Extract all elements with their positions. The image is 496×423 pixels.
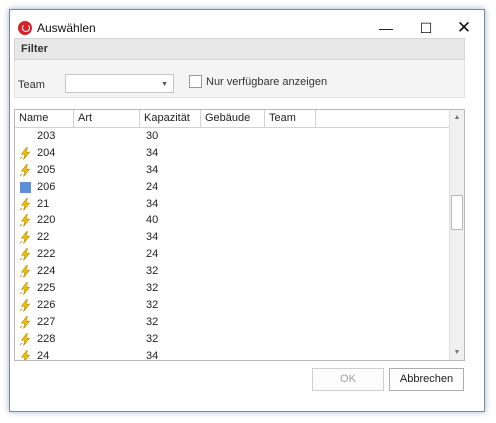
lightning-icon (19, 282, 32, 295)
table-row[interactable]: 24 34 (15, 348, 449, 361)
chevron-down-icon: ▼ (161, 81, 168, 88)
table-row[interactable]: 22 34 (15, 229, 449, 246)
cell-name: 22 (37, 231, 50, 244)
cell-capacity: 34 (146, 163, 159, 176)
cell-capacity: 24 (146, 248, 159, 261)
team-label: Team (18, 79, 45, 91)
app-logo-icon (18, 21, 32, 35)
only-available-label[interactable]: Nur verfügbare anzeigen (206, 76, 327, 88)
cell-capacity: 24 (146, 180, 159, 193)
table-row[interactable]: 205 34 (15, 162, 449, 179)
cell-name: 228 (37, 332, 56, 345)
table-row[interactable]: 225 32 (15, 280, 449, 297)
table-header: Name Art Kapazität Gebäude Team (15, 110, 449, 128)
column-header-building[interactable]: Gebäude (201, 110, 265, 127)
cell-capacity: 34 (146, 349, 159, 361)
cell-name: 205 (37, 163, 56, 176)
cell-capacity: 40 (146, 214, 159, 227)
cell-name: 224 (37, 265, 56, 278)
scroll-up-icon[interactable]: ▲ (451, 111, 463, 124)
lightning-icon (19, 332, 32, 346)
lightning-icon (19, 214, 32, 228)
cell-name: 204 (37, 146, 56, 159)
blue-square-icon (20, 181, 31, 193)
table-row[interactable]: 203 30 (15, 128, 449, 145)
cell-name: 206 (37, 180, 56, 193)
cell-name: 203 (37, 130, 56, 142)
table-row[interactable]: 228 32 (15, 331, 449, 348)
cell-name: 24 (37, 349, 50, 361)
cancel-button[interactable]: Abbrechen (389, 368, 464, 391)
table-row[interactable]: 226 32 (15, 297, 449, 314)
table-row[interactable]: 204 34 (15, 145, 449, 162)
lightning-icon (19, 163, 32, 177)
cell-name: 226 (37, 298, 56, 311)
lightning-icon (19, 315, 32, 329)
cell-capacity: 34 (146, 231, 159, 244)
team-dropdown[interactable]: ▼ (65, 74, 174, 93)
table-row[interactable]: 227 32 (15, 314, 449, 331)
table-row[interactable]: 224 32 (15, 263, 449, 280)
lightning-icon (19, 197, 32, 211)
table-row[interactable]: 21 34 (15, 196, 449, 213)
cell-name: 220 (37, 214, 56, 227)
cell-capacity: 32 (146, 282, 159, 295)
lightning-icon (19, 248, 32, 261)
scrollbar-thumb[interactable] (451, 195, 463, 230)
ok-button[interactable]: OK (312, 368, 384, 391)
cell-capacity: 32 (146, 298, 159, 311)
filter-heading: Filter (21, 43, 48, 55)
table-row[interactable]: 206 24 (15, 179, 449, 196)
cell-capacity: 32 (146, 265, 159, 278)
cell-name: 225 (37, 282, 56, 295)
lightning-icon (19, 147, 32, 160)
cell-capacity: 34 (146, 197, 159, 210)
column-header-team[interactable]: Team (265, 110, 316, 127)
cell-name: 222 (37, 248, 56, 261)
cell-capacity: 32 (146, 315, 159, 328)
table-body: 203 30 204 34 205 34 206 24 21 34 220 40 22 34 222 24 22… (15, 128, 449, 361)
table-row[interactable]: 220 40 (15, 212, 449, 229)
column-header-name[interactable]: Name (15, 110, 74, 127)
cell-name: 21 (37, 197, 50, 210)
only-available-checkbox[interactable] (189, 75, 202, 88)
maximize-button[interactable]: ☐ (412, 16, 440, 40)
cell-capacity: 30 (146, 130, 159, 142)
minimize-button[interactable]: — (372, 16, 400, 40)
window-title: Auswählen (37, 21, 96, 35)
lightning-icon (19, 349, 32, 360)
filter-header: Filter (14, 38, 465, 60)
vertical-scrollbar[interactable]: ▲ ▼ (449, 110, 464, 360)
column-header-capacity[interactable]: Kapazität (140, 110, 201, 127)
lightning-icon (19, 265, 32, 278)
table-row[interactable]: 222 24 (15, 246, 449, 263)
lightning-icon (19, 231, 32, 245)
cell-name: 227 (37, 315, 56, 328)
cell-capacity: 32 (146, 332, 159, 345)
lightning-icon (19, 299, 32, 312)
scroll-down-icon[interactable]: ▼ (451, 346, 463, 359)
column-header-art[interactable]: Art (74, 110, 140, 127)
cell-capacity: 34 (146, 146, 159, 159)
close-button[interactable]: ✕ (450, 16, 478, 40)
room-table: Name Art Kapazität Gebäude Team 203 30 204… (14, 109, 465, 361)
